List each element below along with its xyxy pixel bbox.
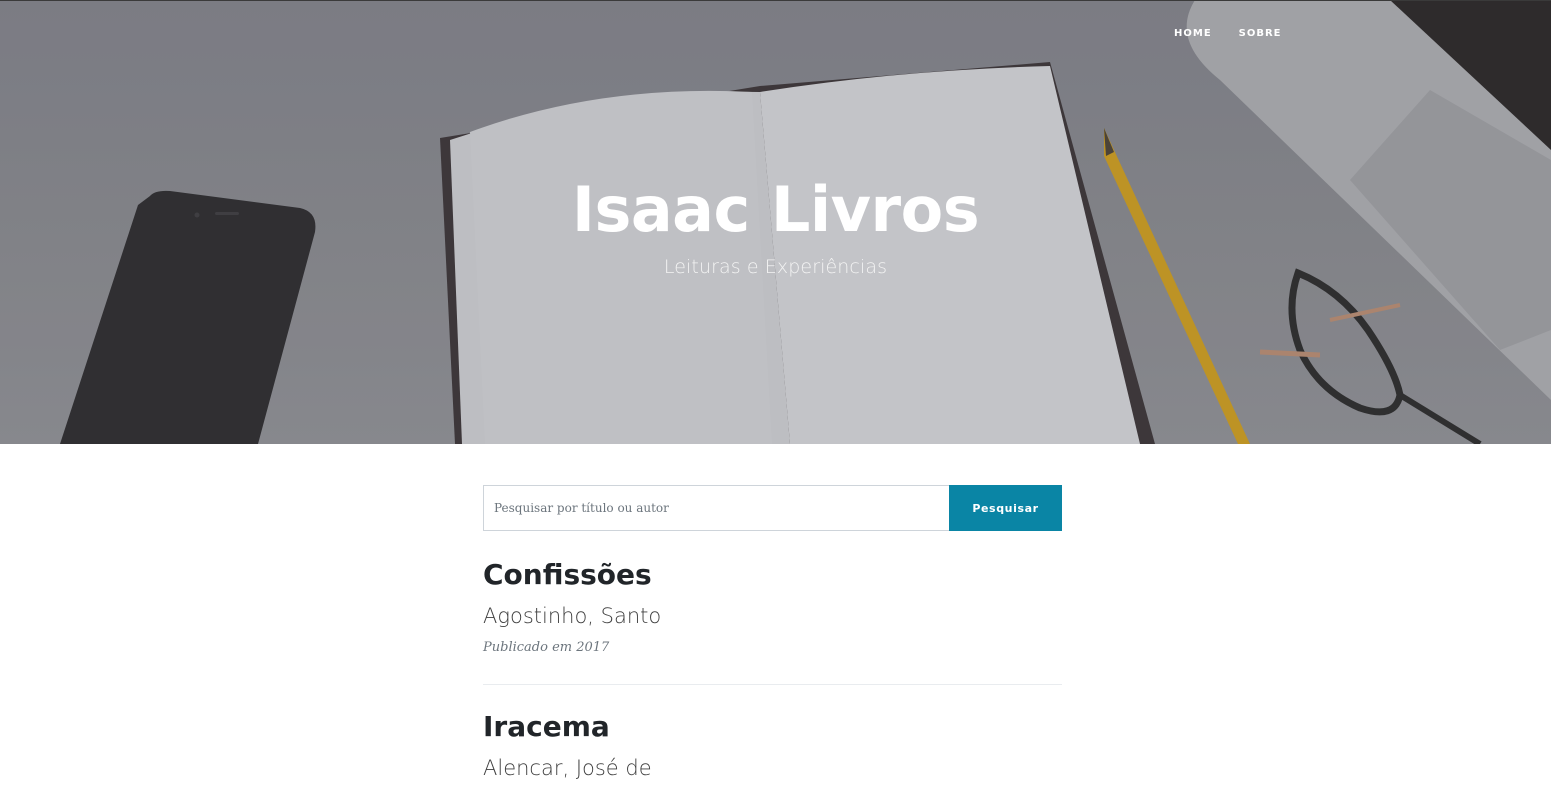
post-preview[interactable]: Confissões Agostinho, Santo Publicado em… bbox=[483, 531, 1062, 655]
post-preview[interactable]: Iracema Alencar, José de bbox=[483, 685, 1062, 782]
nav-sobre-link[interactable]: SOBRE bbox=[1239, 28, 1282, 39]
site-title: Isaac Livros bbox=[571, 173, 980, 246]
hero-header: HOME SOBRE Isaac Livros Leituras e Exper… bbox=[0, 0, 1551, 444]
post-title[interactable]: Iracema bbox=[483, 710, 1062, 744]
top-border bbox=[0, 0, 1551, 1]
search-form: Pesquisar bbox=[483, 485, 1062, 531]
post-title[interactable]: Confissões bbox=[483, 558, 1062, 592]
main-content: Pesquisar Confissões Agostinho, Santo Pu… bbox=[483, 485, 1062, 782]
main-nav: HOME SOBRE bbox=[1174, 28, 1282, 39]
post-author: Alencar, José de bbox=[483, 756, 652, 780]
search-input[interactable] bbox=[483, 485, 949, 531]
site-heading: Isaac Livros Leituras e Experiências bbox=[0, 170, 1551, 278]
post-author: Agostinho, Santo bbox=[483, 604, 662, 628]
search-button[interactable]: Pesquisar bbox=[949, 485, 1062, 531]
site-subtitle: Leituras e Experiências bbox=[663, 256, 888, 278]
post-meta: Publicado em 2017 bbox=[483, 640, 610, 655]
nav-home-link[interactable]: HOME bbox=[1174, 28, 1212, 39]
